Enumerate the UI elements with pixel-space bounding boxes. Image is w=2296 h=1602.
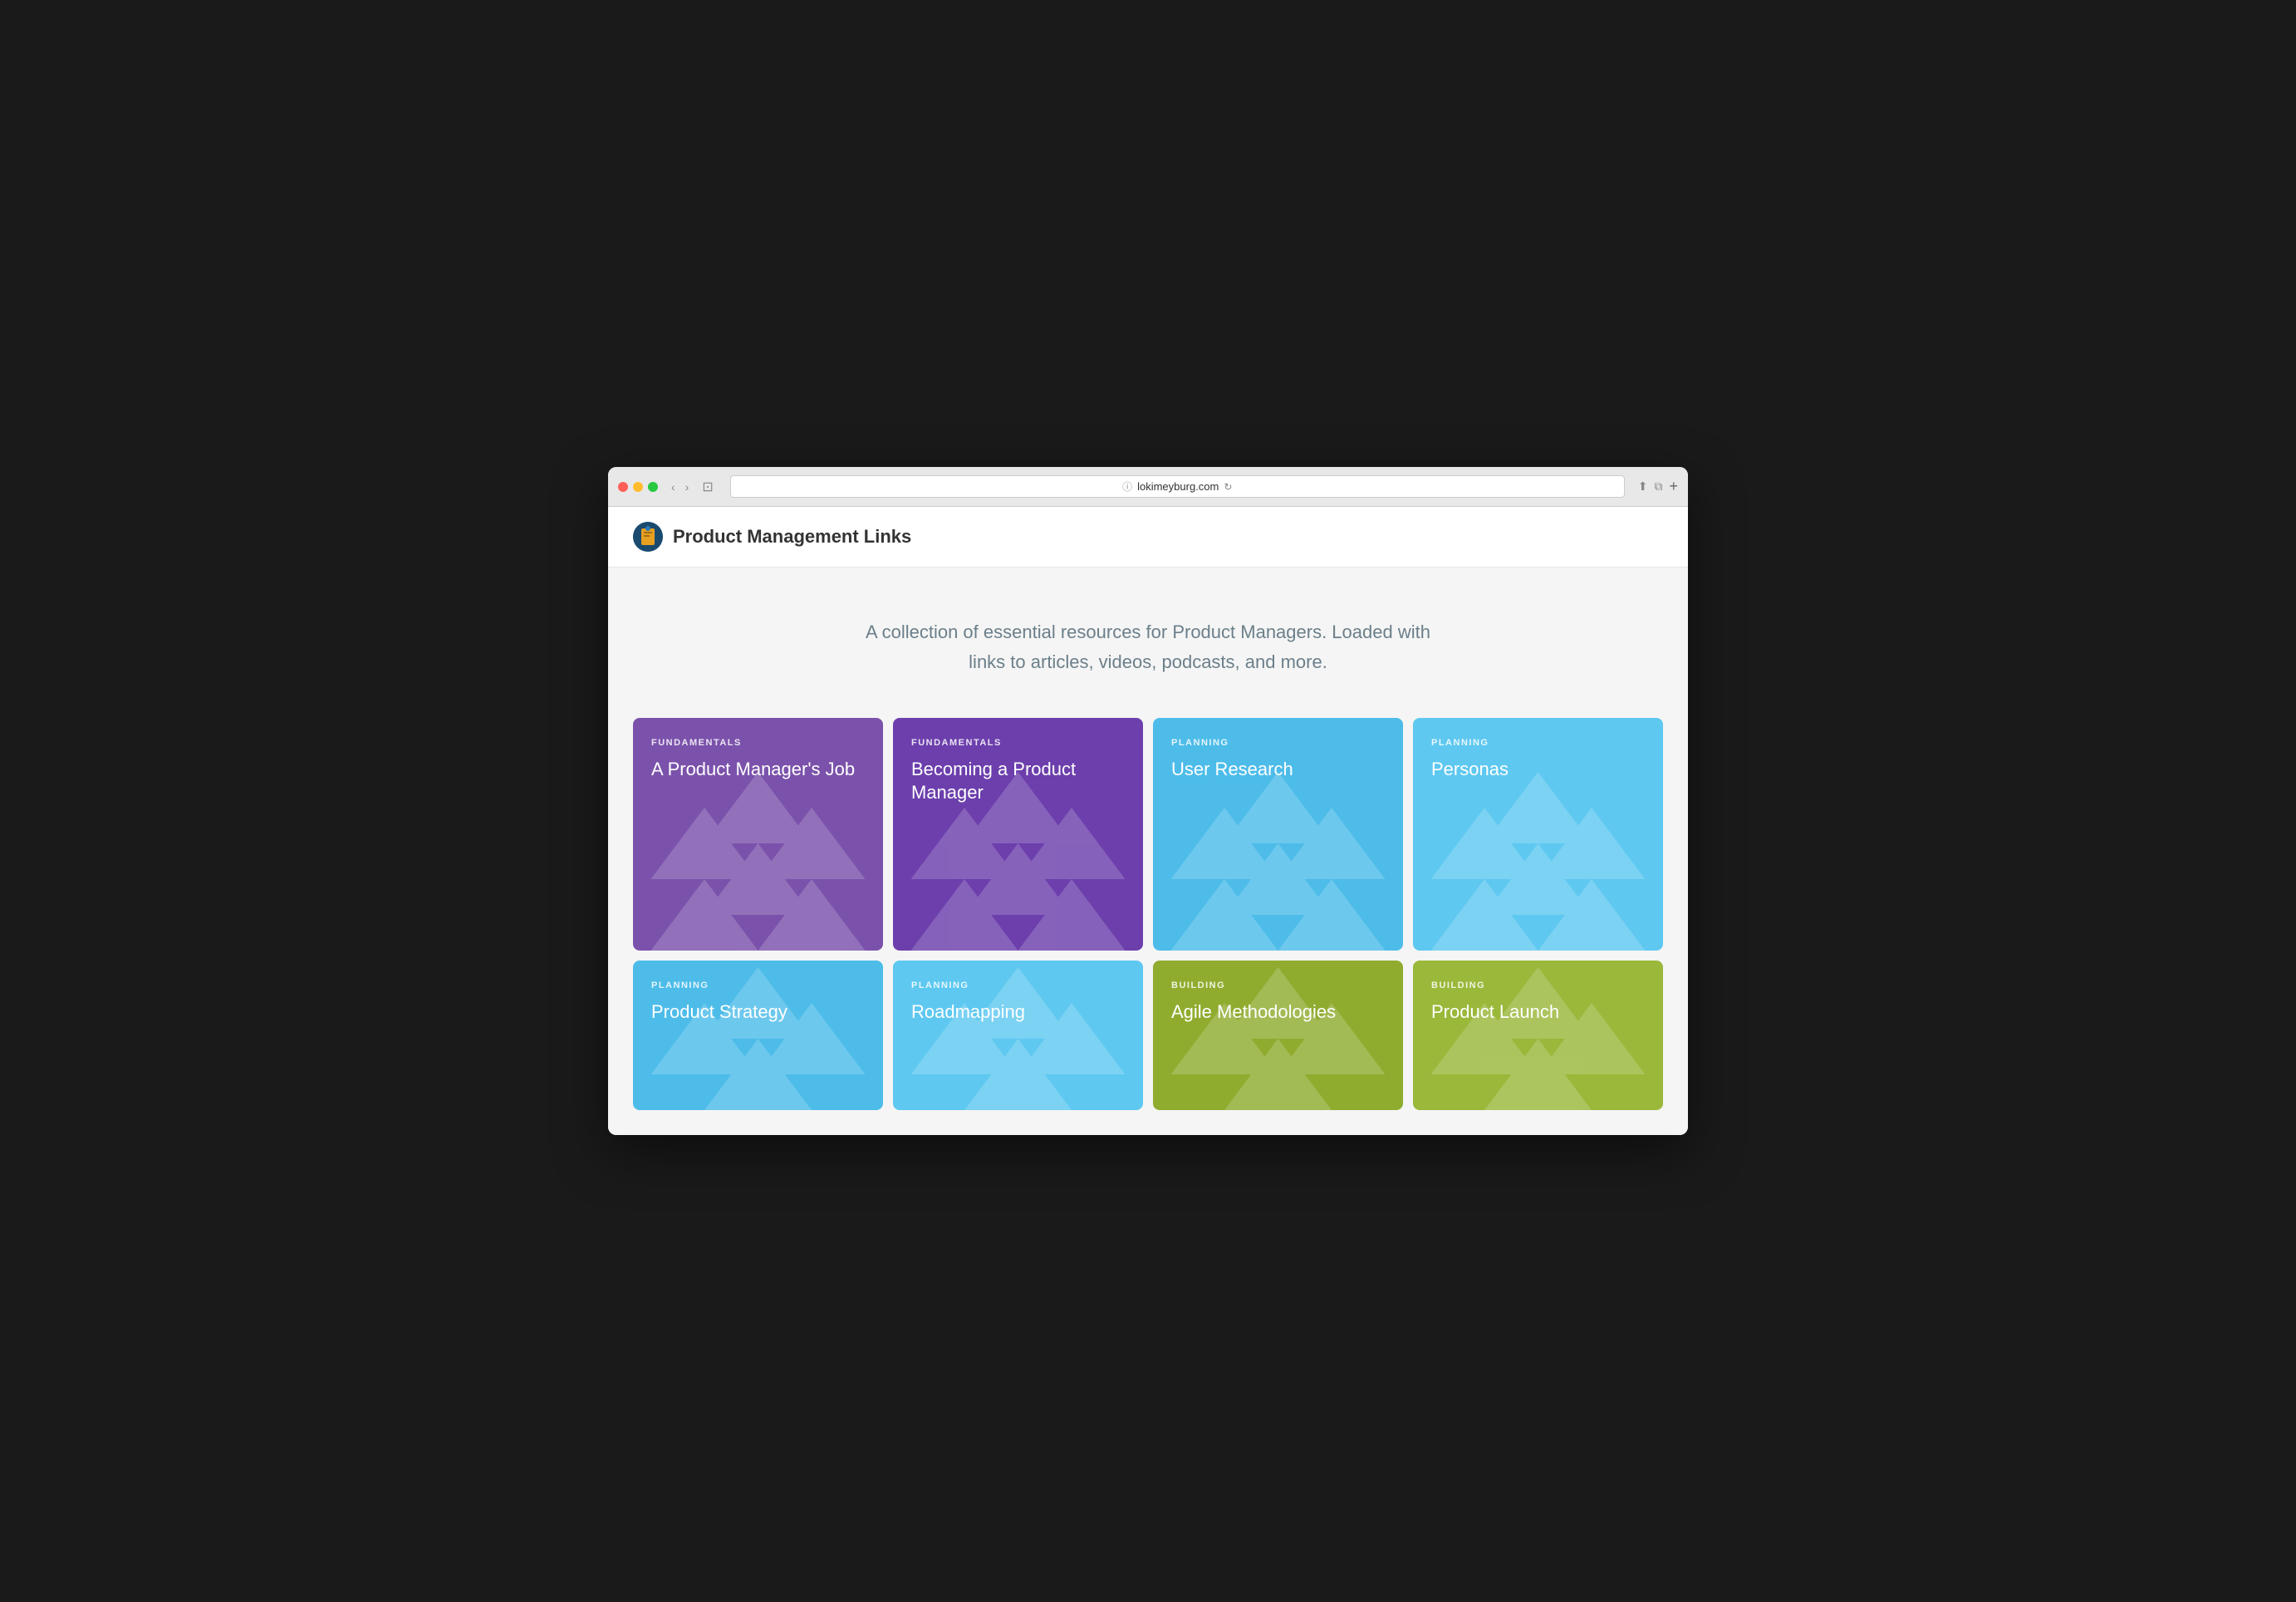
browser-chrome: ‹ › ⊡ ⓘ lokimeyburg.com ↻ ⬆ ⧉ + <box>608 467 1688 507</box>
back-button[interactable]: ‹ <box>668 479 679 495</box>
hero-section: A collection of essential resources for … <box>608 568 1688 717</box>
duplicate-button[interactable]: ⧉ <box>1654 479 1662 494</box>
card-title: User Research <box>1171 758 1385 782</box>
site-logo <box>633 522 663 552</box>
card-planning-strategy[interactable]: PLANNING Product Strategy <box>633 961 883 1110</box>
card-title: Agile Methodologies <box>1171 1000 1385 1025</box>
hero-text: A collection of essential resources for … <box>857 617 1439 676</box>
forward-button[interactable]: › <box>682 479 693 495</box>
card-title: Becoming a Product Manager <box>911 758 1125 805</box>
card-category: PLANNING <box>1431 738 1645 748</box>
refresh-icon[interactable]: ↻ <box>1224 481 1232 493</box>
browser-window: ‹ › ⊡ ⓘ lokimeyburg.com ↻ ⬆ ⧉ + <box>608 467 1688 1134</box>
card-title: Product Strategy <box>651 1000 865 1025</box>
page-content: Product Management Links A collection of… <box>608 507 1688 1134</box>
card-category: FUNDAMENTALS <box>911 738 1125 748</box>
card-category: FUNDAMENTALS <box>651 738 865 748</box>
address-bar[interactable]: ⓘ lokimeyburg.com ↻ <box>730 475 1625 498</box>
minimize-button[interactable] <box>633 482 643 492</box>
card-category: PLANNING <box>651 980 865 990</box>
card-building-launch[interactable]: BUILDING Product Launch <box>1413 961 1663 1110</box>
card-title: Personas <box>1431 758 1645 782</box>
share-button[interactable]: ⬆ <box>1638 479 1648 494</box>
cards-grid: FUNDAMENTALS A Product Manager's Job FUN… <box>608 718 1688 1135</box>
card-planning-personas[interactable]: PLANNING Personas <box>1413 718 1663 951</box>
info-icon: ⓘ <box>1122 479 1132 494</box>
close-button[interactable] <box>618 482 628 492</box>
url-text: lokimeyburg.com <box>1137 480 1219 493</box>
card-category: PLANNING <box>911 980 1125 990</box>
nav-buttons: ‹ › <box>668 479 692 495</box>
card-title: Product Launch <box>1431 1000 1645 1025</box>
card-planning-user-research[interactable]: PLANNING User Research <box>1153 718 1403 951</box>
site-header: Product Management Links <box>608 507 1688 568</box>
card-fundamentals-pm-job[interactable]: FUNDAMENTALS A Product Manager's Job <box>633 718 883 951</box>
card-title: A Product Manager's Job <box>651 758 865 782</box>
traffic-lights <box>618 482 658 492</box>
site-title: Product Management Links <box>673 526 911 548</box>
card-category: PLANNING <box>1171 738 1385 748</box>
card-category: BUILDING <box>1431 980 1645 990</box>
card-building-agile[interactable]: BUILDING Agile Methodologies <box>1153 961 1403 1110</box>
card-fundamentals-becoming[interactable]: FUNDAMENTALS Becoming a Product Manager <box>893 718 1143 951</box>
add-tab-button[interactable]: + <box>1669 478 1678 495</box>
browser-actions: ⬆ ⧉ + <box>1638 478 1678 495</box>
card-category: BUILDING <box>1171 980 1385 990</box>
card-title: Roadmapping <box>911 1000 1125 1025</box>
window-toggle-button[interactable]: ⊡ <box>699 477 716 497</box>
card-planning-roadmapping[interactable]: PLANNING Roadmapping <box>893 961 1143 1110</box>
maximize-button[interactable] <box>648 482 658 492</box>
